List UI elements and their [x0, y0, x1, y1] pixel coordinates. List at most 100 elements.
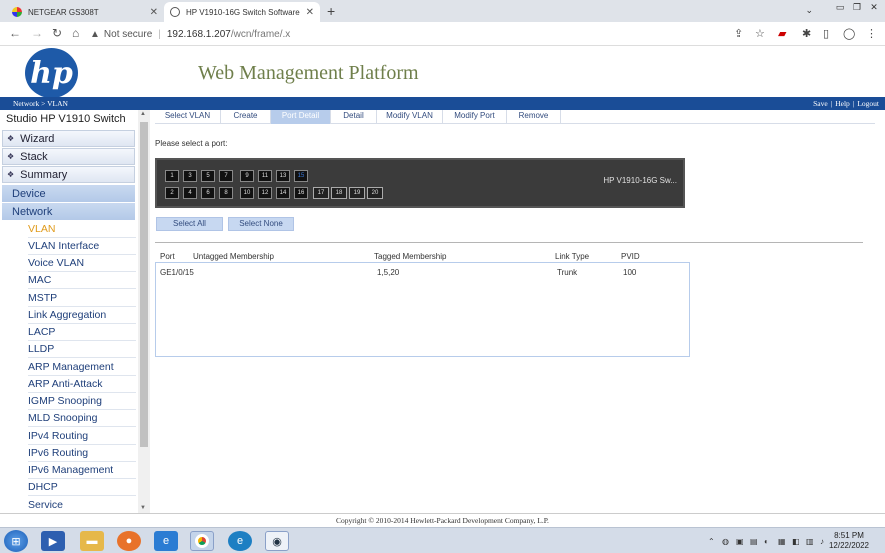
tab-port-detail[interactable]: Port Detail [271, 110, 331, 124]
sidebar-section-network[interactable]: Network [2, 203, 135, 220]
sidebar-item-ipv4-routing[interactable]: IPv4 Routing [28, 428, 136, 445]
sidebar-item-vlan-interface[interactable]: VLAN Interface [28, 238, 136, 255]
browser-tab-hp[interactable]: HP V1910-16G Switch Software W ✕ [164, 2, 320, 22]
folder-icon[interactable]: ▬ [80, 531, 104, 551]
sidebar-item-arp-management[interactable]: ARP Management [28, 359, 136, 376]
start-button-icon[interactable]: ⊞ [4, 530, 28, 552]
reload-icon[interactable]: ↻ [52, 26, 62, 40]
select-all-button[interactable]: Select All [156, 217, 223, 231]
port-17[interactable]: 17 [313, 187, 329, 199]
port-3[interactable]: 3 [183, 170, 197, 182]
port-18[interactable]: 18 [331, 187, 347, 199]
internet-explorer-icon[interactable]: e [154, 531, 178, 551]
sidebar-item-summary[interactable]: ❖ Summary [2, 166, 135, 183]
sidebar-item-lacp[interactable]: LACP [28, 324, 136, 341]
chrome-icon[interactable] [190, 531, 214, 551]
tray-app-icon[interactable]: ▤ [750, 537, 758, 546]
back-arrow-icon[interactable]: ← [9, 26, 21, 40]
minimize-icon[interactable]: ▭ [833, 2, 847, 13]
tray-app-icon[interactable]: ◧ [792, 537, 800, 546]
sidebar-item-stack[interactable]: ❖ Stack [2, 148, 135, 165]
tray-app-icon[interactable]: ◐ [764, 537, 769, 546]
scroll-down-icon[interactable]: ▼ [140, 505, 146, 511]
system-clock[interactable]: 8:51 PM 12/22/2022 [829, 531, 869, 551]
browser-tab-netgear[interactable]: NETGEAR GS308T ✕ [6, 2, 164, 22]
close-window-icon[interactable]: ✕ [867, 2, 881, 13]
url-host: 192.168.1.207 [166, 28, 231, 40]
media-player-icon[interactable]: ▶ [41, 531, 65, 551]
tab-modify-vlan[interactable]: Modify VLAN [377, 110, 443, 124]
port-14[interactable]: 14 [276, 187, 290, 199]
sidebar-item-mld-snooping[interactable]: MLD Snooping [28, 410, 136, 427]
firefox-icon[interactable]: ● [117, 531, 141, 551]
sidebar-item-wizard[interactable]: ❖ Wizard [2, 130, 135, 147]
sidebar-item-igmp-snooping[interactable]: IGMP Snooping [28, 393, 136, 410]
port-7[interactable]: 7 [219, 170, 233, 182]
help-link[interactable]: Help [835, 99, 850, 108]
address-separator: | [158, 28, 161, 40]
port-19[interactable]: 19 [349, 187, 365, 199]
port-16[interactable]: 16 [294, 187, 308, 199]
port-5[interactable]: 5 [201, 170, 215, 182]
volume-icon[interactable]: ♪ [820, 537, 824, 546]
sidebar-item-service[interactable]: Service [28, 497, 136, 513]
port-2[interactable]: 2 [165, 187, 179, 199]
select-none-button[interactable]: Select None [228, 217, 294, 231]
logout-link[interactable]: Logout [857, 99, 879, 108]
pdf-extension-icon[interactable]: ▰ [778, 27, 786, 40]
port-10[interactable]: 10 [240, 187, 254, 199]
edge-icon[interactable]: e [228, 531, 252, 551]
home-icon[interactable]: ⌂ [72, 26, 79, 40]
sidebar-scrollbar[interactable]: ▲ ▼ [138, 110, 150, 513]
share-icon[interactable]: ⇪ [734, 27, 743, 40]
network-app-icon[interactable]: ◉ [265, 531, 289, 551]
sidebar-item-arp-anti-attack[interactable]: ARP Anti-Attack [28, 376, 136, 393]
puzzle-extensions-icon[interactable]: ✱ [802, 27, 811, 40]
sidebar-item-dhcp[interactable]: DHCP [28, 479, 136, 496]
sidebar-item-voice-vlan[interactable]: Voice VLAN [28, 255, 136, 272]
star-icon[interactable]: ☆ [755, 27, 765, 40]
tab-detail[interactable]: Detail [331, 110, 377, 124]
tray-chevron-icon[interactable]: ⌃ [708, 537, 715, 546]
chevron-down-icon[interactable]: ⌄ [805, 5, 813, 16]
sidebar-item-mac[interactable]: MAC [28, 272, 136, 289]
sidebar-item-link-aggregation[interactable]: Link Aggregation [28, 307, 136, 324]
tray-app-icon[interactable]: ▦ [778, 537, 786, 546]
tray-app-icon[interactable]: ◍ [722, 537, 729, 546]
port-11[interactable]: 11 [258, 170, 272, 182]
port-12[interactable]: 12 [258, 187, 272, 199]
address-bar[interactable]: ▲ Not secure | 192.168.1.207 /wcn/frame/… [90, 25, 730, 43]
restore-icon[interactable]: ❐ [850, 2, 864, 13]
tab-select-vlan[interactable]: Select VLAN [155, 110, 221, 124]
tab-remove[interactable]: Remove [507, 110, 561, 124]
sidebar-item-lldp[interactable]: LLDP [28, 341, 136, 358]
sidebar-item-mstp[interactable]: MSTP [28, 290, 136, 307]
port-4[interactable]: 4 [183, 187, 197, 199]
port-9[interactable]: 9 [240, 170, 254, 182]
port-15[interactable]: 15 [294, 170, 308, 182]
new-tab-button[interactable]: + [327, 3, 335, 19]
tab-modify-port[interactable]: Modify Port [443, 110, 507, 124]
sidebar-item-vlan[interactable]: VLAN [28, 221, 136, 238]
column-header-port: Port [160, 252, 175, 261]
sidebar-item-ipv6-routing[interactable]: IPv6 Routing [28, 445, 136, 462]
tray-app-icon[interactable]: ▣ [736, 537, 744, 546]
sidebar-section-device[interactable]: Device [2, 185, 135, 202]
network-icon[interactable]: ▥ [806, 537, 814, 546]
port-6[interactable]: 6 [201, 187, 215, 199]
scroll-thumb[interactable] [140, 122, 148, 447]
sidebar-item-ipv6-management[interactable]: IPv6 Management [28, 462, 136, 479]
forward-arrow-icon[interactable]: → [31, 26, 43, 40]
port-8[interactable]: 8 [219, 187, 233, 199]
save-link[interactable]: Save [813, 99, 828, 108]
port-20[interactable]: 20 [367, 187, 383, 199]
sidebar-panel-icon[interactable]: ▯ [823, 27, 829, 40]
close-icon[interactable]: ✕ [306, 7, 314, 18]
scroll-up-icon[interactable]: ▲ [140, 111, 146, 117]
close-icon[interactable]: ✕ [150, 7, 158, 18]
tab-create[interactable]: Create [221, 110, 271, 124]
port-13[interactable]: 13 [276, 170, 290, 182]
more-menu-icon[interactable]: ⋮ [866, 27, 877, 40]
port-1[interactable]: 1 [165, 170, 179, 182]
profile-avatar-icon[interactable]: ◯ [843, 27, 855, 40]
